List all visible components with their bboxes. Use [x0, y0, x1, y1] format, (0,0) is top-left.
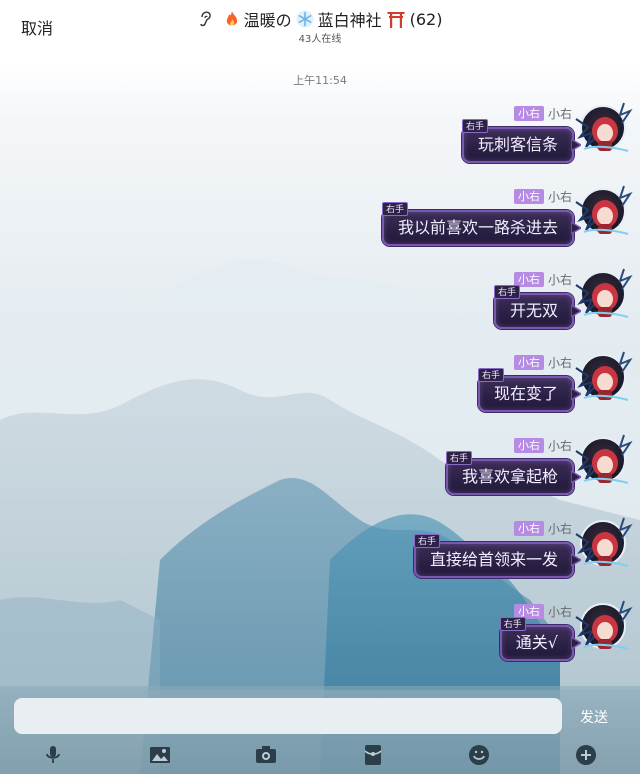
- microphone-icon[interactable]: [41, 743, 65, 767]
- bubble-tail-icon: [571, 554, 581, 566]
- message-item: 小右 小右 右手 直接给首领来一发: [0, 517, 640, 600]
- avatar-character-art: [575, 600, 633, 650]
- message-bubble[interactable]: 右手 通关√: [499, 617, 581, 661]
- bubble-tail-icon: [571, 388, 581, 400]
- online-count: 43人在线: [298, 34, 342, 45]
- message-item: 小右 小右 右手 玩刺客信条: [0, 102, 640, 185]
- sender-info: 小右 小右: [513, 271, 572, 288]
- message-bubble[interactable]: 右手 玩刺客信条: [461, 119, 581, 163]
- avatar[interactable]: [575, 351, 633, 401]
- sender-info: 小右 小右: [513, 520, 572, 537]
- avatar-character-art: [575, 268, 633, 318]
- sender-title-badge: 小右: [513, 106, 544, 121]
- bubble-tail-icon: [571, 139, 581, 151]
- message-item: 小右 小右 右手 我以前喜欢一路杀进去: [0, 185, 640, 268]
- avatar[interactable]: [575, 517, 633, 567]
- bubble-badge: 右手: [499, 617, 526, 631]
- plus-icon[interactable]: [574, 743, 598, 767]
- message-bubble[interactable]: 右手 我以前喜欢一路杀进去: [381, 202, 581, 246]
- chat-title: 温暖の 蓝白神社 (62): [0, 7, 640, 31]
- title-text-1: 温暖の: [243, 11, 292, 30]
- message-bubble[interactable]: 右手 我喜欢拿起枪: [445, 451, 581, 495]
- red-packet-icon[interactable]: [361, 743, 385, 767]
- bubble-badge: 右手: [381, 202, 408, 216]
- send-button[interactable]: 发送: [580, 707, 608, 727]
- message-text: 直接给首领来一发: [429, 550, 558, 569]
- ear-icon[interactable]: [198, 10, 214, 28]
- avatar[interactable]: [575, 434, 633, 484]
- avatar-character-art: [575, 102, 633, 152]
- sender-nickname[interactable]: 小右: [548, 603, 572, 620]
- member-count: (62): [409, 9, 443, 29]
- message-text: 开无双: [509, 301, 558, 320]
- message-timestamp: 上午11:54: [293, 74, 347, 87]
- sender-title-badge: 小右: [513, 355, 544, 370]
- message-bubble[interactable]: 右手 直接给首领来一发: [413, 534, 581, 578]
- camera-icon[interactable]: [254, 743, 278, 767]
- avatar[interactable]: [575, 600, 633, 650]
- sender-title-badge: 小右: [513, 521, 544, 536]
- bubble-badge: 右手: [461, 119, 488, 133]
- torii-gate-icon: [386, 12, 405, 28]
- message-text: 我以前喜欢一路杀进去: [397, 218, 558, 237]
- avatar-character-art: [575, 185, 633, 235]
- message-text: 玩刺客信条: [477, 135, 558, 154]
- avatar-character-art: [575, 517, 633, 567]
- avatar[interactable]: [575, 268, 633, 318]
- sender-nickname[interactable]: 小右: [548, 188, 572, 205]
- sender-info: 小右 小右: [513, 188, 572, 205]
- message-text: 我喜欢拿起枪: [461, 467, 558, 486]
- message-bubble[interactable]: 右手 开无双: [493, 285, 581, 329]
- bubble-badge: 右手: [493, 285, 520, 299]
- bubble-tail-icon: [571, 305, 581, 317]
- bubble-tail-icon: [571, 637, 581, 649]
- sender-nickname[interactable]: 小右: [548, 271, 572, 288]
- avatar-character-art: [575, 434, 633, 484]
- message-input[interactable]: [14, 698, 562, 734]
- bubble-badge: 右手: [477, 368, 504, 382]
- bubble-tail-icon: [571, 222, 581, 234]
- avatar[interactable]: [575, 102, 633, 152]
- message-item: 小右 小右 右手 通关√: [0, 600, 640, 683]
- sender-info: 小右 小右: [513, 437, 572, 454]
- bubble-tail-icon: [571, 471, 581, 483]
- title-text-2: 蓝白神社: [317, 11, 382, 30]
- sender-title-badge: 小右: [513, 438, 544, 453]
- message-item: 小右 小右 右手 开无双: [0, 268, 640, 351]
- emoji-icon[interactable]: [467, 743, 491, 767]
- chat-header: 取消 温暖の 蓝白神社 (62) 43人在线: [0, 0, 640, 52]
- sender-nickname[interactable]: 小右: [548, 354, 572, 371]
- avatar[interactable]: [575, 185, 633, 235]
- sender-title-badge: 小右: [513, 189, 544, 204]
- message-item: 小右 小右 右手 现在变了: [0, 351, 640, 434]
- fire-icon: [226, 11, 237, 26]
- image-icon[interactable]: [148, 743, 172, 767]
- avatar-character-art: [575, 351, 633, 401]
- sender-nickname[interactable]: 小右: [548, 520, 572, 537]
- message-text: 现在变了: [493, 384, 558, 403]
- sender-info: 小右 小右: [513, 105, 572, 122]
- message-bubble[interactable]: 右手 现在变了: [477, 368, 581, 412]
- snowflake-icon: [296, 10, 314, 28]
- bubble-badge: 右手: [445, 451, 472, 465]
- bubble-badge: 右手: [413, 534, 440, 548]
- input-toolbar: [0, 738, 640, 774]
- sender-info: 小右 小右: [513, 354, 572, 371]
- message-item: 小右 小右 右手 我喜欢拿起枪: [0, 434, 640, 517]
- sender-nickname[interactable]: 小右: [548, 437, 572, 454]
- sender-nickname[interactable]: 小右: [548, 105, 572, 122]
- message-text: 通关√: [515, 633, 558, 652]
